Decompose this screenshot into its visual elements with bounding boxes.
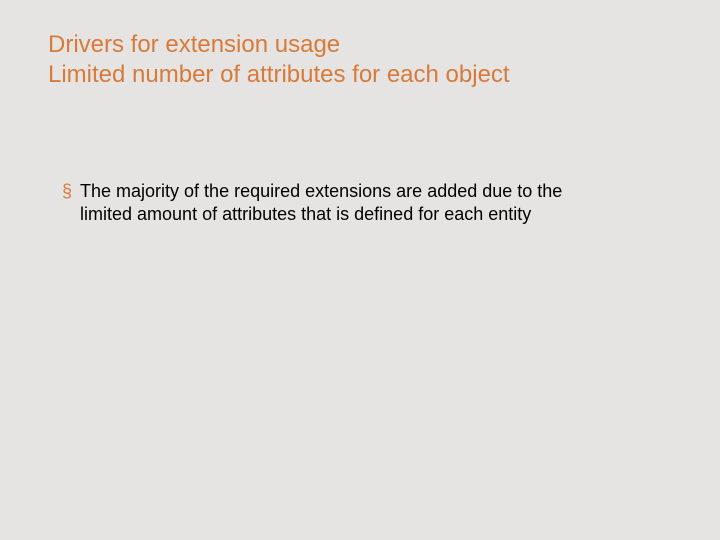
title-block: Drivers for extension usage Limited numb… xyxy=(48,30,672,90)
bullet-item: § The majority of the required extension… xyxy=(62,180,672,227)
slide: Drivers for extension usage Limited numb… xyxy=(0,0,720,540)
title-line-2: Limited number of attributes for each ob… xyxy=(48,60,672,90)
bullet-marker-icon: § xyxy=(62,180,72,203)
bullet-text: The majority of the required extensions … xyxy=(80,180,600,227)
content-area: § The majority of the required extension… xyxy=(48,180,672,227)
title-line-1: Drivers for extension usage xyxy=(48,30,672,60)
